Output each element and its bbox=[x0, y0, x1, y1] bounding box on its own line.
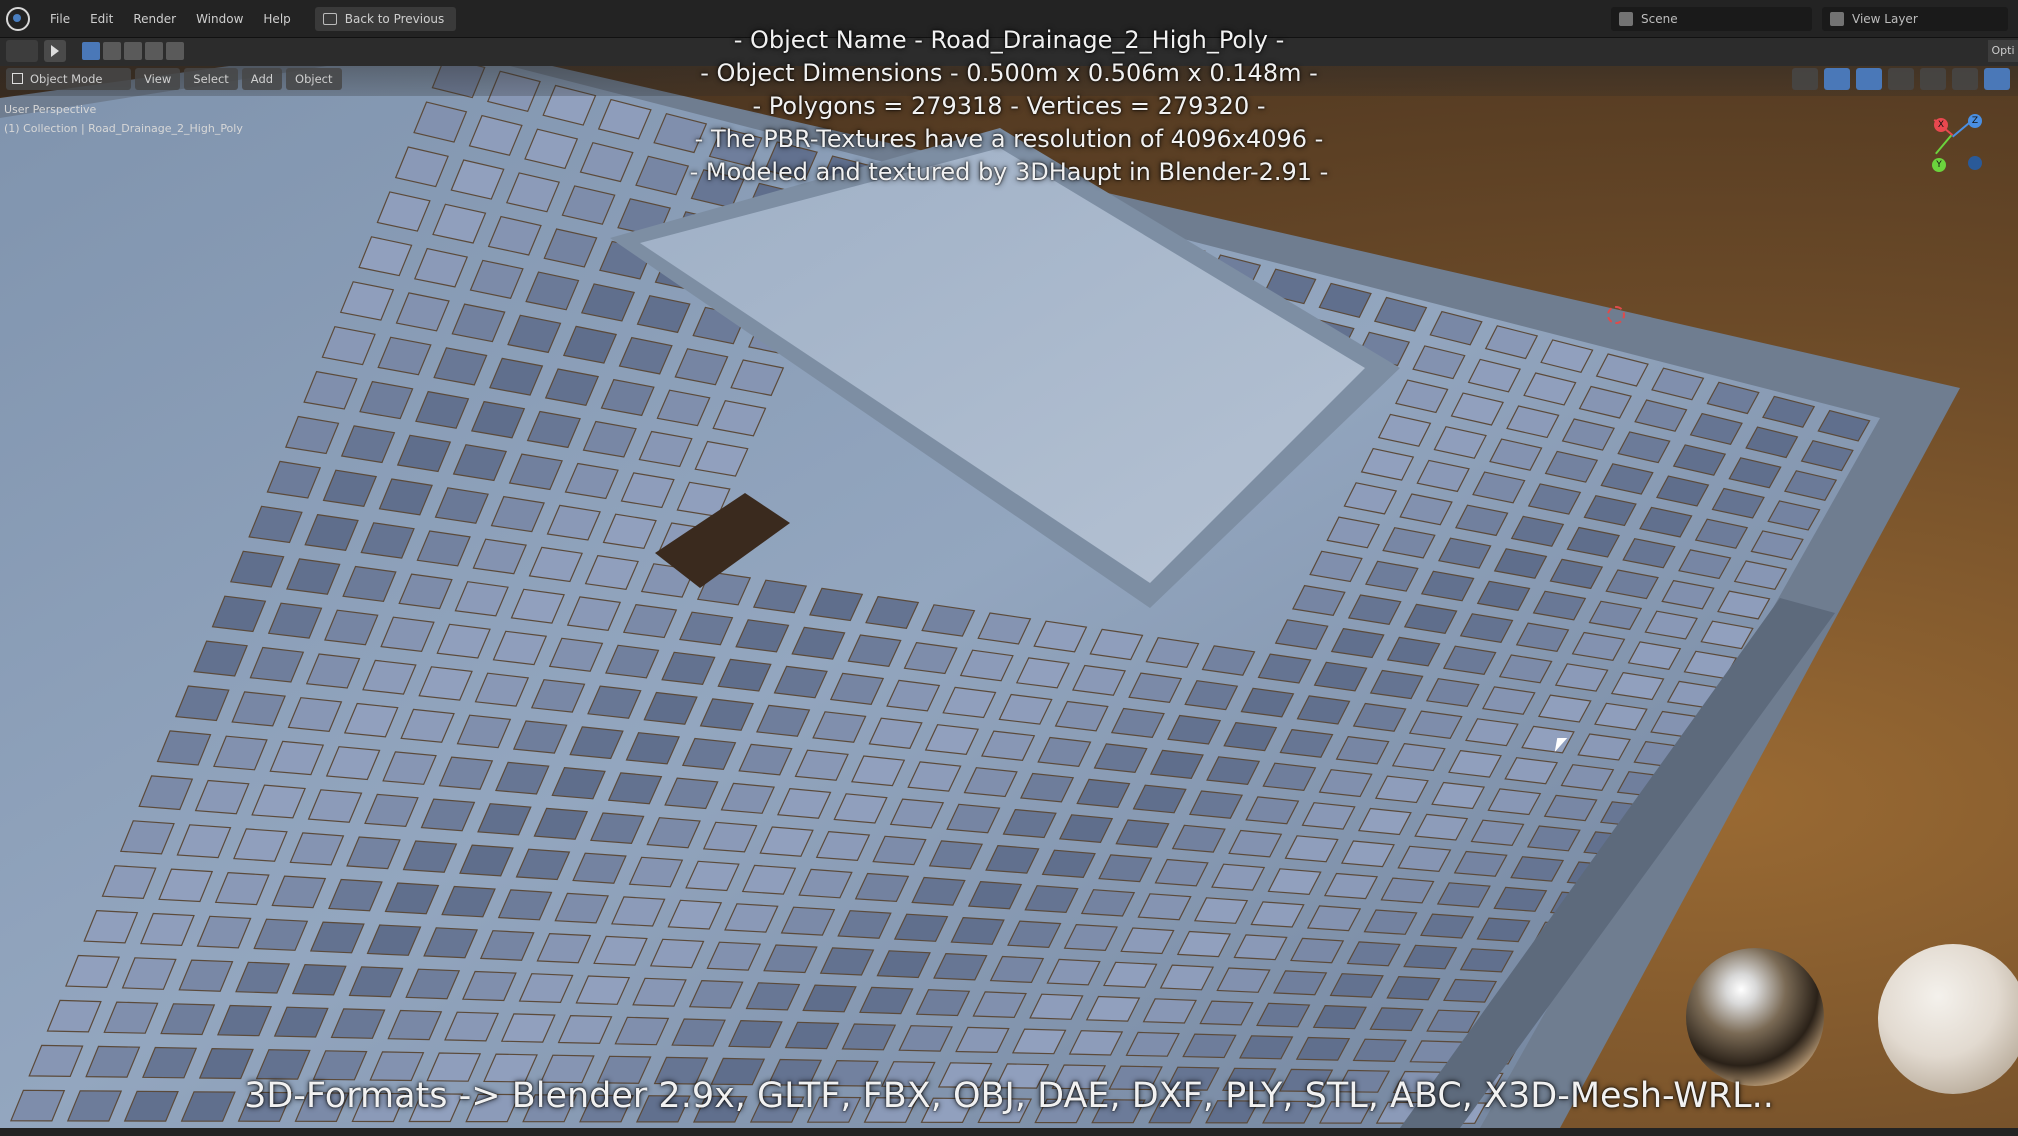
info-dimensions: - Object Dimensions - 0.500m x 0.506m x … bbox=[700, 59, 1318, 87]
info-credits: - Modeled and textured by 3DHaupt in Ble… bbox=[689, 158, 1329, 186]
object-origin-marker bbox=[1607, 306, 1625, 324]
hdri-diffuse-sphere bbox=[1878, 944, 2018, 1094]
object-info-overlay: - Object Name - Road_Drainage_2_High_Pol… bbox=[0, 24, 2018, 189]
formats-caption: 3D-Formats -> Blender 2.9x, GLTF, FBX, O… bbox=[244, 1076, 1774, 1116]
info-object-name: - Object Name - Road_Drainage_2_High_Pol… bbox=[733, 26, 1285, 54]
info-polygons: - Polygons = 279318 - Vertices = 279320 … bbox=[752, 92, 1266, 120]
status-bar bbox=[0, 1128, 2018, 1136]
info-textures: - The PBR-Textures have a resolution of … bbox=[694, 125, 1324, 153]
hdri-chrome-sphere bbox=[1686, 948, 1824, 1086]
screen-icon bbox=[322, 12, 337, 25]
